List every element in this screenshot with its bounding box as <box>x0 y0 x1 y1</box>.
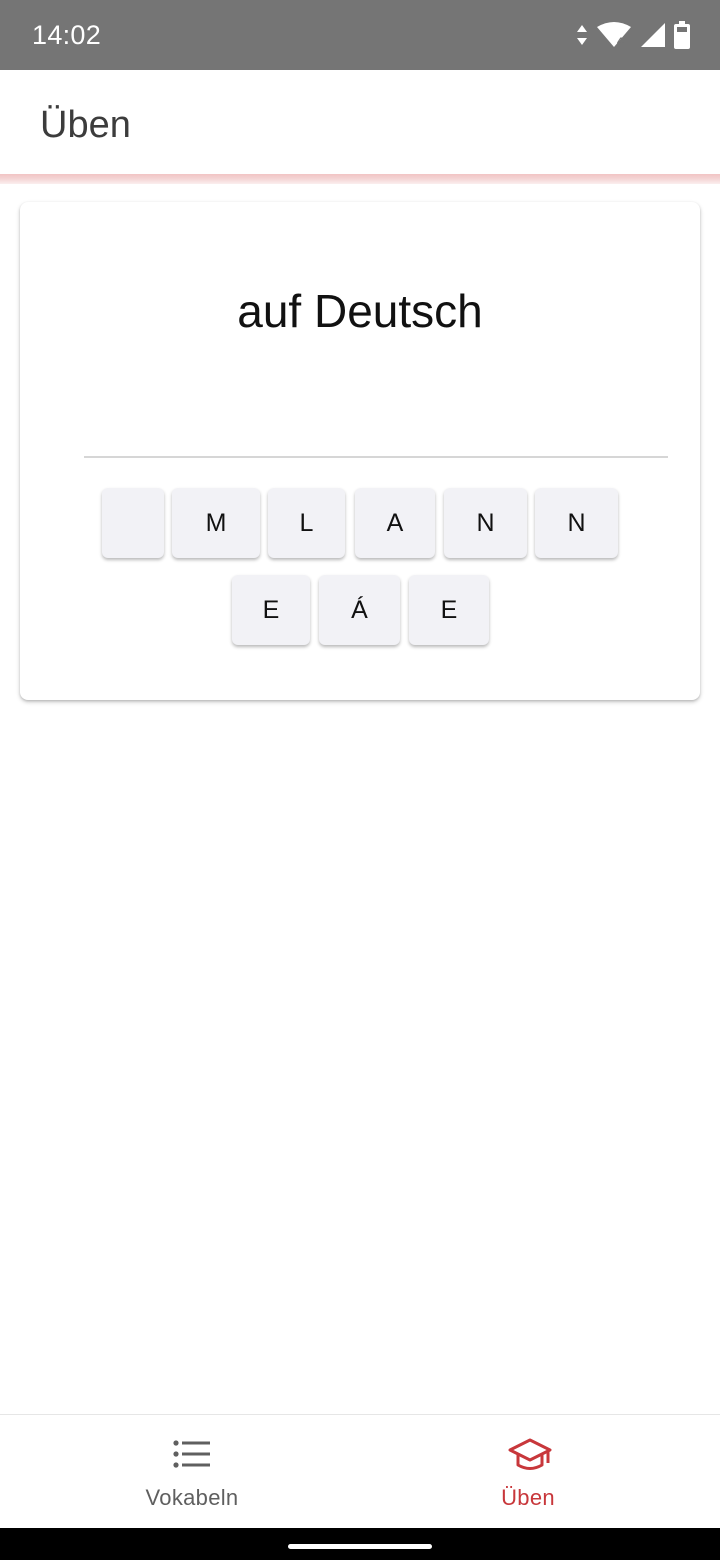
letter-tile[interactable]: E <box>409 575 489 645</box>
status-time: 14:02 <box>32 20 102 50</box>
status-bar: 14:02 4 <box>0 0 720 70</box>
svg-text:4: 4 <box>617 36 624 48</box>
answer-line[interactable] <box>84 456 668 458</box>
exercise-card: auf Deutsch M L A N N E Á E <box>20 202 700 700</box>
system-navigation-bar <box>0 1528 720 1560</box>
cell-signal-icon <box>640 22 666 48</box>
screen: 14:02 4 Üben auf Deutsch M L A N N E Á E… <box>0 0 720 1560</box>
bottom-navigation: Vokabeln Üben <box>0 1414 720 1528</box>
letter-tile[interactable]: L <box>268 488 345 558</box>
letter-tile[interactable]: N <box>444 488 527 558</box>
status-icons: 4 <box>576 20 690 50</box>
page-title: Üben <box>40 104 131 146</box>
wifi-icon: 4 <box>596 22 632 48</box>
nav-label-vokabeln: Vokabeln <box>145 1485 239 1510</box>
letter-tile[interactable]: A <box>355 488 435 558</box>
prompt-text: auf Deutsch <box>237 285 483 337</box>
app-bar-divider <box>0 174 720 184</box>
nav-label-ueben: Üben <box>501 1485 555 1510</box>
letter-tile[interactable]: E <box>232 575 310 645</box>
letter-tile[interactable]: M <box>172 488 260 558</box>
battery-icon <box>674 21 690 49</box>
nav-item-vokabeln[interactable]: Vokabeln <box>12 1415 372 1529</box>
letter-tile-blank[interactable] <box>102 488 164 558</box>
letter-tile[interactable]: Á <box>319 575 400 645</box>
graduation-cap-icon <box>508 1437 552 1473</box>
list-icon <box>172 1437 212 1473</box>
home-gesture-handle[interactable] <box>288 1544 432 1549</box>
data-arrows-icon <box>576 23 588 47</box>
nav-item-ueben[interactable]: Üben <box>348 1415 708 1529</box>
letter-tile[interactable]: N <box>535 488 618 558</box>
app-bar: Üben <box>0 70 720 174</box>
